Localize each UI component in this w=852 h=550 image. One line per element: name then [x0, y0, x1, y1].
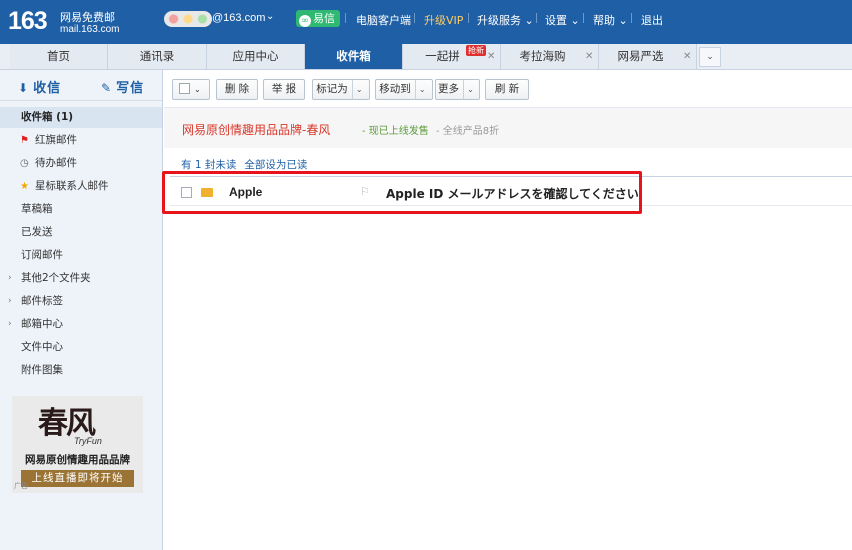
chevron-right-icon: ›: [8, 319, 12, 329]
refresh-button[interactable]: 刷 新: [485, 79, 529, 100]
ad-banner[interactable]: 网易原创情趣用品品牌-春风 - 现已上线发售 - 全线产品8折: [164, 108, 852, 148]
receive-icon: ⬇: [18, 81, 30, 95]
compose-label: 写信: [116, 81, 145, 96]
compose-button[interactable]: ✎ 写信: [101, 77, 144, 96]
compose-area: ⬇ 收信 ✎ 写信: [0, 70, 162, 101]
logout-link[interactable]: 退出: [641, 12, 663, 28]
new-badge: 抢新: [466, 45, 486, 56]
sidebar-item-label: 星标联系人邮件: [35, 180, 109, 192]
chevron-right-icon: ›: [8, 296, 12, 306]
tab-app-center[interactable]: 应用中心: [207, 44, 305, 69]
upgrade-service-label: 升级服务: [477, 14, 521, 27]
chevron-down-icon: ⌄: [414, 80, 429, 99]
clock-icon: ◷: [20, 158, 29, 169]
settings-link[interactable]: 设置 ⌄: [545, 12, 580, 28]
yixin-icon: ∞: [299, 15, 311, 27]
user-avatar-blurred[interactable]: [164, 11, 212, 27]
divider: [468, 13, 469, 23]
tab-bar: 首页 通讯录 应用中心 收件箱 一起拼 抢新 ✕ 考拉海购 ✕ 网易严选 ✕ ⌄: [0, 44, 852, 70]
sidebar-item-label: 红旗邮件: [35, 134, 77, 146]
close-icon[interactable]: ✕: [585, 44, 593, 69]
tab-inbox[interactable]: 收件箱: [305, 44, 403, 69]
divider: [536, 13, 537, 23]
logo-url: mail.163.com: [60, 24, 120, 35]
receive-button[interactable]: ⬇ 收信: [18, 77, 61, 96]
ad-label: 广告: [14, 482, 28, 490]
promo-ad[interactable]: 春风 TryFun 网易原创情趣用品品牌 上线直播即将开始 广告: [12, 396, 143, 493]
sidebar-item-subscriptions[interactable]: 订阅邮件: [0, 245, 162, 266]
ad-subtitle: - 全线产品8折: [436, 126, 500, 137]
more-button[interactable]: 更多 ⌄: [435, 79, 480, 100]
promo-cta[interactable]: 上线直播即将开始: [21, 470, 134, 487]
sidebar-item-starred[interactable]: ★ 星标联系人邮件: [0, 176, 162, 197]
star-icon: ★: [20, 181, 29, 192]
report-button[interactable]: 举 报: [263, 79, 305, 100]
receive-label: 收信: [33, 81, 62, 96]
top-bar: 163 网易免费邮 mail.163.com @163.com ⌄ ∞ 易信 电脑…: [0, 0, 852, 44]
chevron-right-icon: ›: [8, 273, 12, 283]
sidebar-item-sent[interactable]: 已发送: [0, 222, 162, 243]
desktop-client-link[interactable]: 电脑客户端: [356, 12, 411, 28]
mark-as-button[interactable]: 标记为 ⌄: [312, 79, 370, 100]
close-icon[interactable]: ✕: [683, 44, 691, 69]
logo-text: 网易免费邮: [60, 11, 115, 24]
ad-subtitle: - 现已上线发售: [362, 126, 429, 137]
tab-label: 网易严选: [617, 49, 664, 63]
upgrade-vip-link[interactable]: 升级VIP: [424, 12, 463, 28]
user-account[interactable]: @163.com: [212, 12, 265, 24]
sidebar-item-label: 待办邮件: [35, 157, 77, 169]
unread-count-link[interactable]: 有 1 封未读: [181, 159, 236, 171]
pencil-icon: ✎: [101, 81, 113, 95]
move-to-label: 移动到: [379, 83, 411, 95]
mail-toolbar: ⌄ 删 除 举 报 标记为 ⌄ 移动到 ⌄ 更多 ⌄ 刷 新: [164, 70, 852, 108]
sidebar-item-flagged[interactable]: ⚑ 红旗邮件: [0, 130, 162, 151]
chevron-down-icon[interactable]: ⌄: [699, 47, 721, 67]
chevron-down-icon[interactable]: ⌄: [266, 11, 274, 22]
tab-contacts[interactable]: 通讯录: [108, 44, 207, 69]
red-flag-icon: ⚑: [20, 135, 29, 146]
ad-title[interactable]: 网易原创情趣用品品牌-春风: [182, 121, 330, 138]
logo[interactable]: 163: [8, 8, 48, 34]
sidebar-item-inbox[interactable]: 收件箱 (1): [0, 107, 162, 128]
sidebar-item-todo[interactable]: ◷ 待办邮件: [0, 153, 162, 174]
chevron-down-icon: ⌄: [351, 80, 366, 99]
sidebar-item-file-center[interactable]: 文件中心: [0, 337, 162, 358]
unread-summary: 有 1 封未读 全部设为已读: [181, 157, 307, 172]
sidebar-item-labels[interactable]: › 邮件标签: [0, 291, 162, 312]
move-to-button[interactable]: 移动到 ⌄: [375, 79, 433, 100]
checkbox-icon: [179, 83, 190, 94]
help-label: 帮助: [593, 14, 615, 27]
delete-button[interactable]: 删 除: [216, 79, 258, 100]
yixin-button[interactable]: ∞ 易信: [296, 10, 340, 27]
sidebar-item-attachments[interactable]: 附件图集: [0, 360, 162, 381]
promo-brand-text: 网易原创情趣用品品牌: [25, 454, 130, 466]
tab-label: 一起拼: [425, 49, 460, 63]
sidebar-item-label: 邮件标签: [21, 295, 63, 307]
settings-label: 设置: [545, 14, 567, 27]
highlight-box: [162, 171, 642, 214]
divider: [583, 13, 584, 23]
mark-all-read-link[interactable]: 全部设为已读: [244, 159, 307, 171]
select-all-button[interactable]: ⌄: [172, 79, 210, 100]
divider: [345, 13, 346, 23]
sidebar-item-mail-center[interactable]: › 邮箱中心: [0, 314, 162, 335]
chevron-down-icon: ⌄: [194, 85, 201, 94]
tab-label: 考拉海购: [519, 49, 566, 63]
sidebar-item-other-folders[interactable]: › 其他2个文件夹: [0, 268, 162, 289]
divider: [414, 13, 415, 23]
tab-home[interactable]: 首页: [10, 44, 108, 69]
chevron-down-icon: ⌄: [463, 80, 477, 99]
upgrade-service-link[interactable]: 升级服务 ⌄: [477, 12, 534, 28]
more-label: 更多: [438, 83, 459, 95]
close-icon[interactable]: ✕: [487, 44, 495, 69]
sidebar-item-label: 其他2个文件夹: [21, 272, 91, 284]
yixin-label: 易信: [313, 12, 335, 25]
promo-tryfun: TryFun: [74, 436, 102, 446]
sidebar-item-drafts[interactable]: 草稿箱: [0, 199, 162, 220]
sidebar: ⬇ 收信 ✎ 写信 收件箱 (1) ⚑ 红旗邮件 ◷ 待办邮件 ★ 星标联系人邮件 草稿箱…: [0, 70, 163, 550]
divider: [631, 13, 632, 23]
sidebar-item-label: 邮箱中心: [21, 318, 63, 330]
help-link[interactable]: 帮助 ⌄: [593, 12, 628, 28]
mark-as-label: 标记为: [316, 83, 348, 95]
